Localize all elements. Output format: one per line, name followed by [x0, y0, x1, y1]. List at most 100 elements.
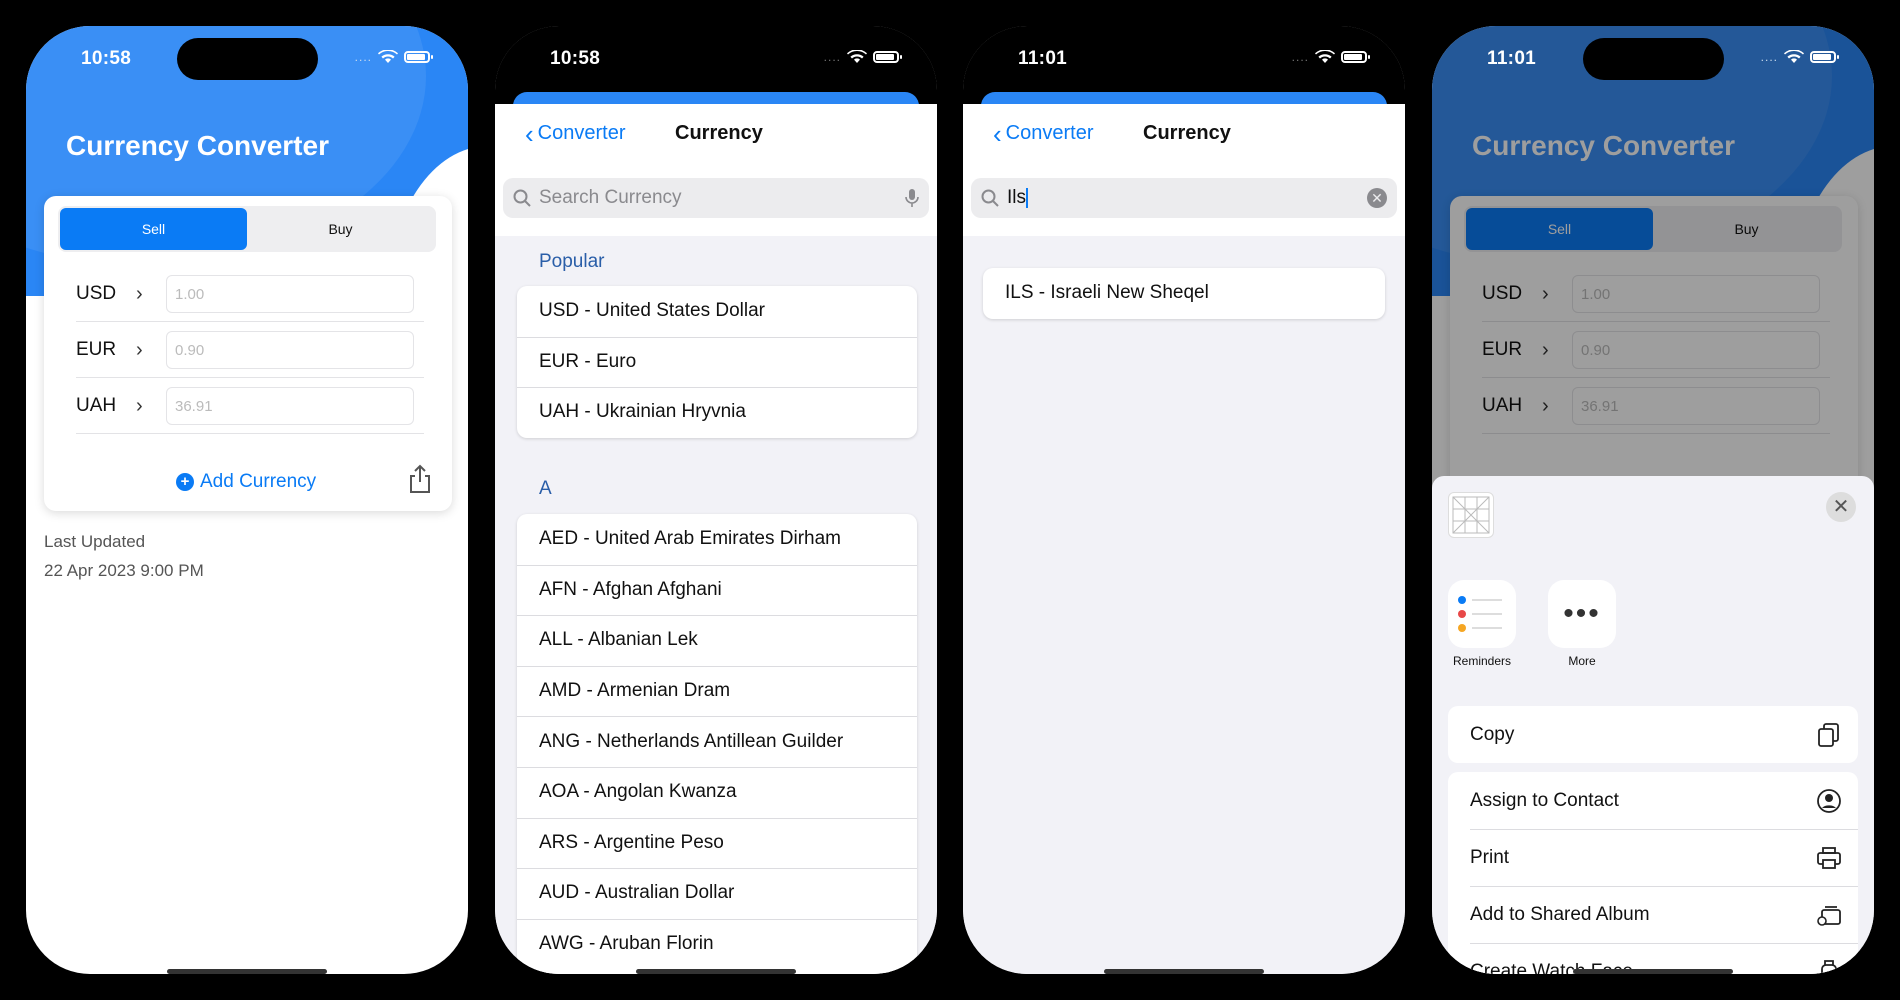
microphone-icon[interactable] [905, 188, 919, 208]
chevron-right-icon: › [136, 282, 143, 305]
action-label: Print [1470, 846, 1510, 868]
nav-title: Currency [1143, 122, 1231, 144]
chevron-left-icon: ‹ [525, 118, 534, 149]
text-caret [1026, 187, 1028, 208]
phone-search-result: 11:01 .... ‹ Converter Currency Ils ✕ IL… [963, 26, 1405, 974]
home-indicator [636, 969, 796, 974]
more-dots-icon: ••• [1548, 580, 1616, 648]
share-icon[interactable] [408, 464, 432, 494]
chevron-right-icon: › [136, 338, 143, 361]
chevron-left-icon: ‹ [993, 118, 1002, 149]
back-label: Converter [1005, 122, 1094, 144]
app-title: Currency Converter [66, 130, 329, 161]
amount-input[interactable]: 1.00 [166, 275, 414, 313]
search-results: ILS - Israeli New Sheqel [983, 268, 1385, 319]
shared-album-icon [1817, 905, 1841, 926]
search-bar[interactable]: Ils ✕ [971, 178, 1397, 218]
popular-list: USD - United States Dollar EUR - Euro UA… [517, 286, 917, 438]
plus-circle-icon: + [176, 473, 194, 491]
home-indicator [1104, 969, 1264, 974]
phone-converter: 10:58 .... Currency Converter Sell Buy U… [26, 26, 468, 974]
currency-row-usd[interactable]: USD › 1.00 [76, 266, 424, 322]
share-app-more[interactable]: ••• More [1548, 580, 1616, 668]
action-label: Add to Shared Album [1470, 903, 1650, 925]
search-input[interactable]: Ils [1007, 187, 1026, 208]
list-item[interactable]: ILS - Israeli New Sheqel [983, 268, 1385, 319]
copy-icon [1818, 722, 1839, 747]
dynamic-island [1583, 38, 1724, 80]
wifi-icon [1784, 50, 1804, 63]
search-icon [981, 189, 999, 207]
preview-thumbnail [1448, 492, 1494, 538]
back-button[interactable]: ‹ Converter [993, 118, 1094, 149]
dynamic-island [177, 38, 318, 80]
clear-icon[interactable]: ✕ [1367, 188, 1387, 208]
currency-code: UAH [76, 395, 117, 416]
nav-title: Currency [675, 122, 763, 144]
battery-icon [873, 51, 902, 63]
amount-input[interactable]: 36.91 [166, 387, 414, 425]
phone-share-sheet: Currency Converter Sell Buy USD › 1.00 E… [1432, 26, 1874, 974]
currency-row-uah[interactable]: UAH › 36.91 [76, 378, 424, 434]
search-input[interactable]: Search Currency [539, 187, 897, 209]
list-item[interactable]: UAH - Ukrainian Hryvnia [517, 387, 917, 438]
signal-dots-icon: .... [1760, 50, 1778, 64]
wifi-icon [1315, 50, 1335, 63]
status-time: 10:58 [81, 48, 132, 69]
list-item[interactable]: ALL - Albanian Lek [517, 615, 917, 666]
watch-icon [1821, 959, 1837, 974]
section-header-a: A [539, 478, 552, 499]
currency-row-eur[interactable]: EUR › 0.90 [76, 322, 424, 378]
amount-input[interactable]: 0.90 [166, 331, 414, 369]
segment-sell[interactable]: Sell [60, 208, 247, 250]
sell-buy-segmented-control: Sell Buy [58, 206, 436, 252]
home-indicator [1573, 969, 1733, 974]
currency-code: USD [76, 283, 117, 304]
list-background [963, 236, 1405, 974]
search-icon [513, 189, 531, 207]
battery-icon [1341, 51, 1370, 63]
share-app-reminders[interactable]: Reminders [1448, 580, 1516, 668]
status-time: 11:01 [1018, 48, 1068, 69]
segment-buy[interactable]: Buy [247, 208, 434, 250]
nav-bar: ‹ Converter Currency [495, 104, 937, 164]
list-item[interactable]: AFN - Afghan Afghani [517, 564, 917, 616]
action-label: Assign to Contact [1470, 789, 1619, 811]
list-item[interactable]: ANG - Netherlands Antillean Guilder [517, 716, 917, 767]
signal-dots-icon: .... [1291, 50, 1309, 64]
battery-icon [1810, 51, 1839, 63]
list-item[interactable]: ARS - Argentine Peso [517, 817, 917, 869]
list-item[interactable]: AUD - Australian Dollar [517, 868, 917, 919]
status-time: 11:01 [1487, 48, 1537, 69]
action-print[interactable]: Print [1448, 829, 1858, 886]
app-label: Reminders [1452, 654, 1512, 668]
wifi-icon [378, 50, 398, 63]
status-time: 10:58 [550, 48, 601, 69]
close-icon[interactable]: ✕ [1826, 492, 1856, 522]
search-bar[interactable]: Search Currency [503, 178, 929, 218]
nav-bar: ‹ Converter Currency [963, 104, 1405, 164]
back-label: Converter [537, 122, 626, 144]
list-item[interactable]: AWG - Aruban Florin [517, 918, 917, 970]
signal-dots-icon: .... [823, 50, 841, 64]
list-item[interactable]: AED - United Arab Emirates Dirham [517, 514, 917, 565]
list-item[interactable]: EUR - Euro [517, 336, 917, 388]
home-indicator [167, 969, 327, 974]
a-list: AED - United Arab Emirates Dirham AFN - … [517, 514, 917, 974]
add-currency-label: Add Currency [200, 471, 317, 492]
contact-icon [1817, 788, 1841, 813]
back-button[interactable]: ‹ Converter [525, 118, 626, 149]
share-sheet: ✕ Reminders ••• More Copy Assign to Cont… [1432, 476, 1874, 974]
last-updated-value: 22 Apr 2023 9:00 PM [44, 561, 204, 580]
list-item[interactable]: AOA - Angolan Kwanza [517, 766, 917, 818]
list-item[interactable]: AMD - Armenian Dram [517, 665, 917, 717]
action-assign-to-contact[interactable]: Assign to Contact [1448, 772, 1858, 829]
reminders-icon [1448, 580, 1516, 648]
converter-card: Sell Buy USD › 1.00 EUR › 0.90 UAH › 36.… [44, 196, 452, 511]
add-currency-button[interactable]: + Add Currency [176, 471, 316, 493]
action-copy[interactable]: Copy [1448, 706, 1858, 763]
action-group-copy: Copy [1448, 706, 1858, 763]
action-add-to-shared-album[interactable]: Add to Shared Album [1448, 886, 1858, 943]
list-item[interactable]: USD - United States Dollar [517, 286, 917, 337]
wifi-icon [847, 50, 867, 63]
